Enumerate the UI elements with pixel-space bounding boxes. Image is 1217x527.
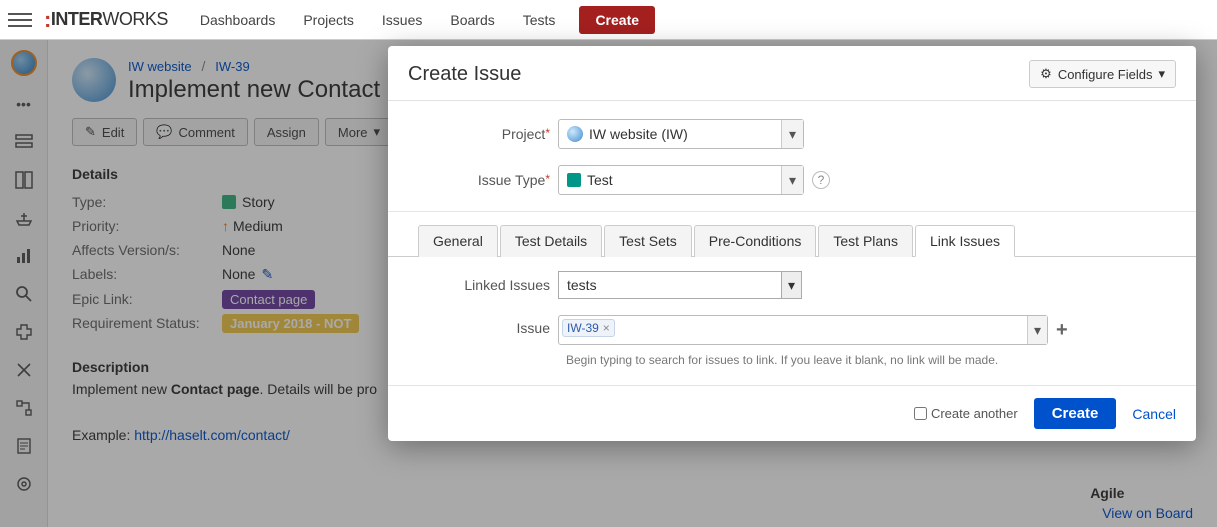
nav-issues[interactable]: Issues [368, 0, 436, 40]
create-another-checkbox[interactable]: Create another [914, 406, 1018, 421]
issuetype-select[interactable]: Test ▾ [558, 165, 804, 195]
issue-hint: Begin typing to search for issues to lin… [566, 353, 1166, 367]
chevron-down-icon: ▾ [781, 166, 803, 194]
issue-picker-input[interactable]: IW-39× ▾ [558, 315, 1048, 345]
chevron-down-icon: ▾ [781, 120, 803, 148]
tab-test-plans[interactable]: Test Plans [818, 225, 913, 257]
add-issue-button[interactable]: + [1056, 320, 1076, 340]
issue-label: Issue [418, 315, 558, 336]
logo[interactable]: :INTERWORKS [44, 7, 168, 33]
linked-issues-select[interactable]: tests ▾ [558, 271, 802, 299]
tab-link-issues[interactable]: Link Issues [915, 225, 1015, 257]
logo-text-b: WORKS [102, 9, 168, 29]
help-icon[interactable]: ? [812, 171, 830, 189]
remove-token-icon[interactable]: × [603, 321, 610, 335]
nav-tests[interactable]: Tests [509, 0, 570, 40]
tab-test-sets[interactable]: Test Sets [604, 225, 692, 257]
cancel-link[interactable]: Cancel [1132, 406, 1176, 422]
chevron-down-icon: ▾ [1158, 66, 1165, 82]
submit-create-button[interactable]: Create [1034, 398, 1117, 429]
create-issue-modal: Create Issue ⚙ Configure Fields ▾ Projec… [388, 46, 1196, 441]
linked-issues-label: Linked Issues [418, 277, 558, 293]
test-icon [567, 173, 581, 187]
issue-token[interactable]: IW-39× [562, 319, 615, 337]
nav-projects[interactable]: Projects [289, 0, 368, 40]
modal-title: Create Issue [408, 63, 521, 86]
top-nav: :INTERWORKS Dashboards Projects Issues B… [0, 0, 1217, 40]
create-button[interactable]: Create [579, 6, 655, 34]
modal-tabs: General Test Details Test Sets Pre-Condi… [388, 224, 1196, 257]
nav-dashboards[interactable]: Dashboards [186, 0, 290, 40]
project-icon [567, 126, 583, 142]
issuetype-label: Issue Type* [418, 172, 558, 188]
gear-icon: ⚙ [1040, 66, 1052, 82]
chevron-down-icon[interactable]: ▾ [1027, 316, 1047, 344]
create-another-input[interactable] [914, 407, 927, 420]
tab-test-details[interactable]: Test Details [500, 225, 602, 257]
hamburger-icon[interactable] [8, 8, 32, 32]
project-select[interactable]: IW website (IW) ▾ [558, 119, 804, 149]
chevron-down-icon: ▾ [781, 272, 801, 298]
tab-general[interactable]: General [418, 225, 498, 257]
nav-boards[interactable]: Boards [436, 0, 508, 40]
configure-fields-button[interactable]: ⚙ Configure Fields ▾ [1029, 60, 1176, 88]
tab-pre-conditions[interactable]: Pre-Conditions [694, 225, 817, 257]
project-label: Project* [418, 126, 558, 142]
logo-text-a: INTER [51, 9, 103, 29]
